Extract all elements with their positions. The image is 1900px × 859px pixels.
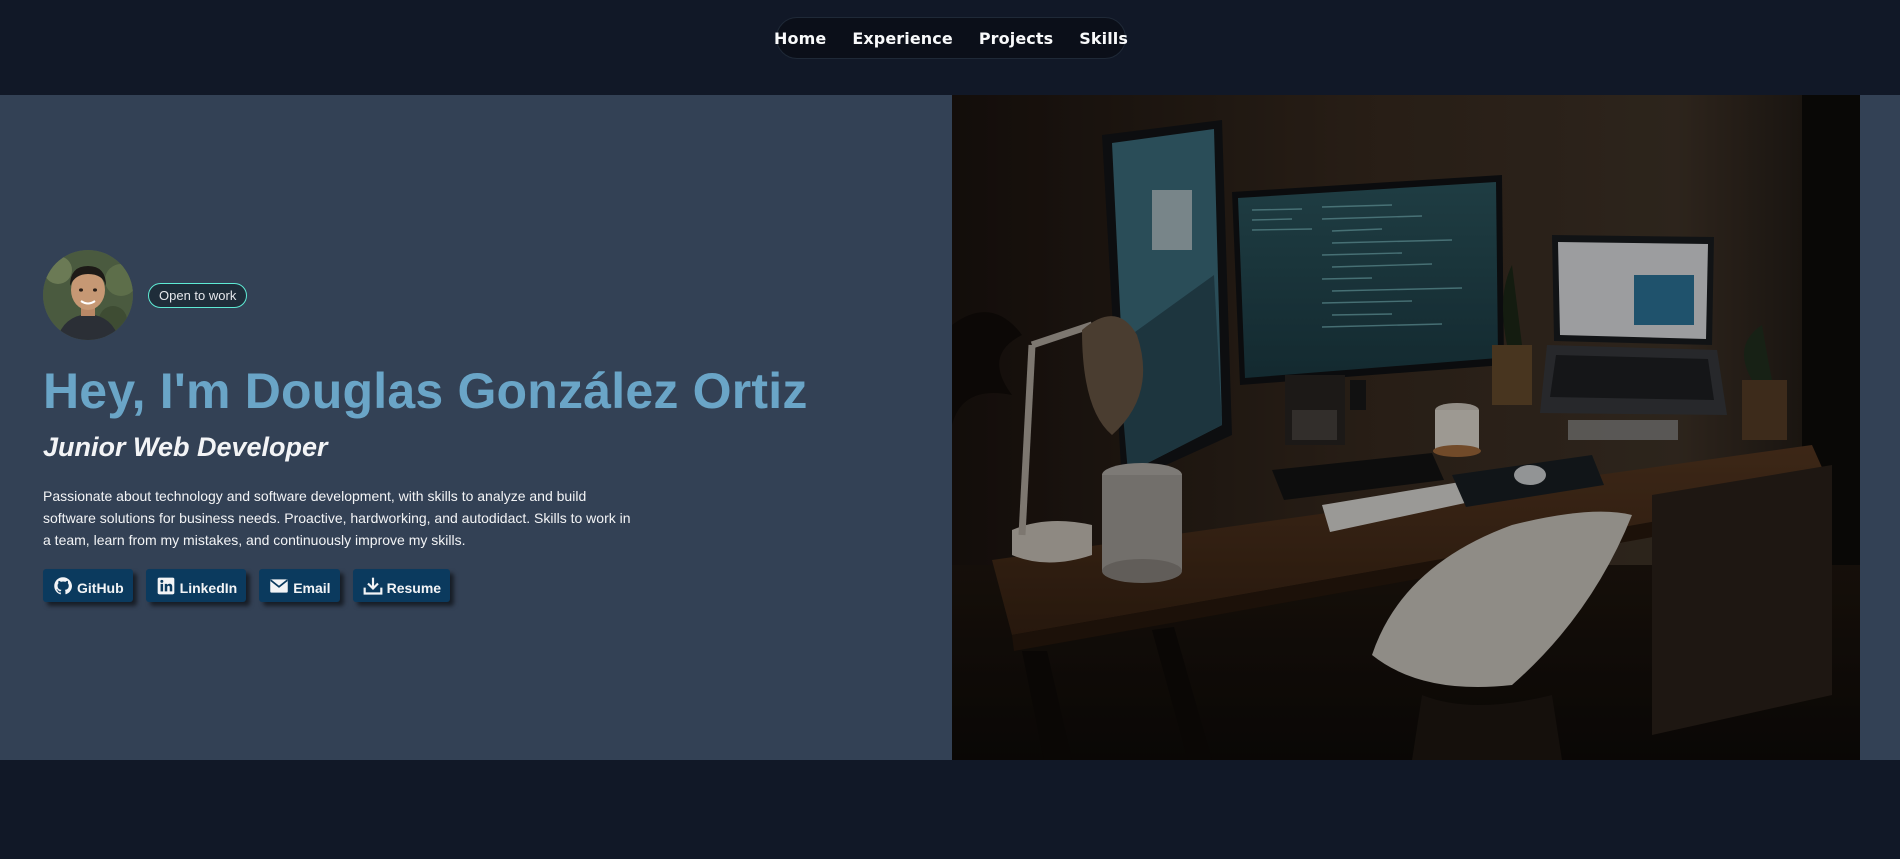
top-navbar: Home Experience Projects Skills: [0, 0, 1900, 95]
github-icon: [54, 576, 72, 594]
github-label: GitHub: [77, 580, 124, 596]
avatar-portrait: [43, 250, 133, 340]
hero-section: Open to work Hey, I'm Douglas González O…: [0, 95, 1900, 760]
resume-button[interactable]: Resume: [352, 569, 451, 602]
nav-link-skills[interactable]: Skills: [1079, 29, 1128, 48]
hero-subtitle: Junior Web Developer: [43, 432, 328, 462]
profile-row: Open to work: [43, 250, 903, 340]
download-icon: [363, 577, 382, 595]
nav-link-experience[interactable]: Experience: [852, 29, 953, 48]
email-button[interactable]: Email: [259, 569, 340, 602]
email-label: Email: [293, 580, 331, 596]
mail-icon: [270, 578, 289, 593]
social-links: GitHub LinkedIn Email Resume: [43, 569, 903, 602]
nav-link-home[interactable]: Home: [774, 29, 826, 48]
linkedin-label: LinkedIn: [179, 580, 238, 596]
linkedin-button[interactable]: LinkedIn: [145, 569, 247, 602]
linkedin-icon: [157, 577, 174, 594]
github-button[interactable]: GitHub: [43, 569, 133, 602]
workspace-photo: [952, 95, 1860, 760]
hero-title: Hey, I'm Douglas González Ortiz: [43, 363, 808, 419]
nav-link-projects[interactable]: Projects: [979, 29, 1053, 48]
workspace-illustration: [952, 95, 1860, 760]
status-badge: Open to work: [148, 282, 248, 308]
avatar: [43, 250, 133, 340]
nav-pill: Home Experience Projects Skills: [774, 17, 1128, 59]
resume-label: Resume: [386, 580, 442, 596]
hero-description: Passionate about technology and software…: [43, 488, 631, 548]
hero-intro: Open to work Hey, I'm Douglas González O…: [43, 250, 903, 602]
